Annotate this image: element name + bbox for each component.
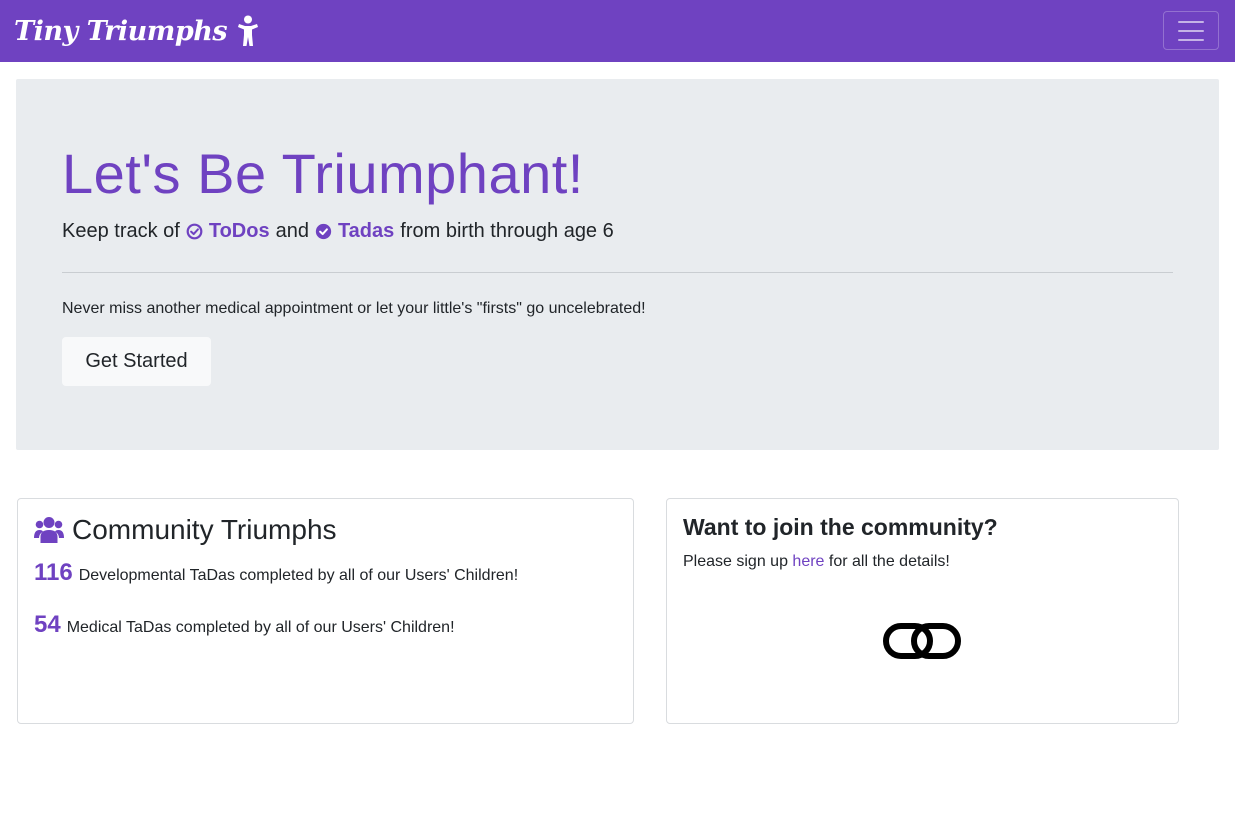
navbar-toggle-button[interactable] xyxy=(1163,11,1219,50)
brand-name: Tiny Triumphs xyxy=(14,15,228,47)
community-title-text: Community Triumphs xyxy=(72,514,337,545)
lead-prefix: Keep track of xyxy=(62,220,180,242)
join-text-suffix: for all the details! xyxy=(828,553,950,570)
navbar: Tiny Triumphs xyxy=(0,0,1235,62)
check-circle-icon xyxy=(186,223,203,240)
hamburger-icon-line xyxy=(1178,29,1204,32)
link-icon xyxy=(883,623,961,659)
get-started-button[interactable]: Get Started xyxy=(62,337,211,386)
check-circle-icon xyxy=(315,223,332,240)
tadas-label: Tadas xyxy=(337,220,395,242)
join-title: Want to join the community? xyxy=(683,514,998,540)
hero-section: Let's Be Triumphant! Keep track of ToDos… xyxy=(16,79,1219,450)
join-text: Please sign up here for all the details! xyxy=(683,553,950,571)
hamburger-icon-line xyxy=(1178,38,1204,41)
community-title: Community Triumphs xyxy=(34,514,337,546)
stat-developmental: 116 Developmental TaDas completed by all… xyxy=(34,559,518,587)
users-icon xyxy=(34,517,64,543)
lead-and: and xyxy=(275,220,309,242)
hero-lead: Keep track of ToDos and Tadas from birth… xyxy=(62,220,614,243)
hamburger-icon xyxy=(1178,20,1204,23)
brand-link[interactable]: Tiny Triumphs xyxy=(14,6,259,56)
stat-medical: 54 Medical TaDas completed by all of our… xyxy=(34,611,455,639)
hero-title: Let's Be Triumphant! xyxy=(62,142,584,205)
join-card: Want to join the community? Please sign … xyxy=(666,498,1179,724)
community-card: Community Triumphs 116 Developmental TaD… xyxy=(17,498,634,724)
lead-suffix: from birth through age 6 xyxy=(400,220,614,242)
signup-link[interactable]: here xyxy=(792,553,824,570)
tadas-highlight: Tadas xyxy=(315,220,394,243)
divider xyxy=(62,272,1173,273)
join-text-prefix: Please sign up xyxy=(683,553,788,570)
stat-value: 54 xyxy=(34,611,61,638)
stat-label: Medical TaDas completed by all of our Us… xyxy=(66,619,455,636)
stat-label: Developmental TaDas completed by all of … xyxy=(78,567,519,584)
hero-paragraph: Never miss another medical appointment o… xyxy=(62,300,646,317)
todos-highlight: ToDos xyxy=(186,220,270,243)
todos-label: ToDos xyxy=(208,220,270,242)
stat-value: 116 xyxy=(34,559,73,586)
child-icon xyxy=(238,15,259,46)
